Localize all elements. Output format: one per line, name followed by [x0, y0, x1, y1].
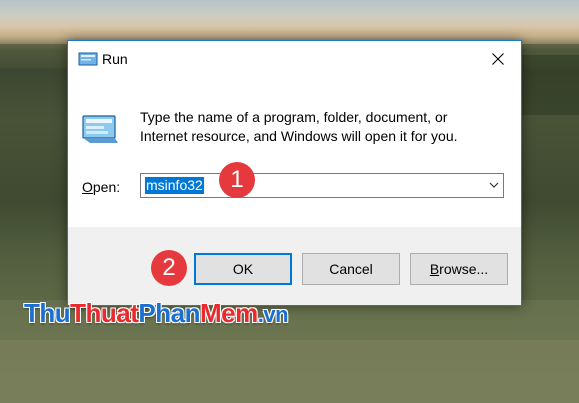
run-dialog: Run Type the name of a program, folder, …	[67, 40, 522, 306]
run-icon	[80, 107, 120, 147]
close-icon	[492, 53, 504, 65]
step-2-badge: 2	[151, 250, 187, 286]
description-line-2: Internet resource, and Windows will open…	[140, 128, 458, 144]
description-text: Type the name of a program, folder, docu…	[140, 108, 500, 146]
open-label: Open:	[82, 179, 121, 195]
chevron-down-icon[interactable]	[489, 181, 499, 189]
step-1-badge: 1	[219, 162, 255, 198]
browse-button[interactable]: Browse...	[410, 253, 508, 285]
close-button[interactable]	[475, 41, 521, 77]
window-title: Run	[102, 51, 128, 67]
title-bar: Run	[68, 41, 521, 77]
cancel-button[interactable]: Cancel	[302, 253, 400, 285]
run-icon	[78, 49, 98, 69]
open-input-value[interactable]: msinfo32	[145, 177, 204, 194]
watermark-logo: ThuThuatPhanMem.vn	[24, 298, 289, 328]
dialog-content: Type the name of a program, folder, docu…	[68, 77, 521, 227]
description-line-1: Type the name of a program, folder, docu…	[140, 109, 448, 125]
open-combobox[interactable]: msinfo32	[140, 173, 504, 198]
ok-button[interactable]: OK	[194, 253, 292, 285]
